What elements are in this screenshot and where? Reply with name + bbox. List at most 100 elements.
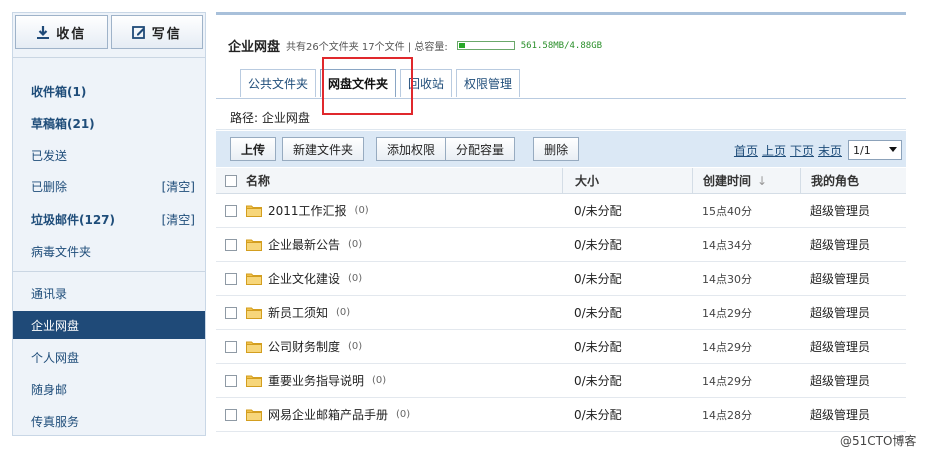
top-divider bbox=[216, 12, 906, 15]
sidebar-item-virus[interactable]: 病毒文件夹 bbox=[13, 237, 205, 265]
table-row[interactable]: 2011工作汇报 (0) 0/未分配 15点40分 超级管理员 bbox=[216, 194, 906, 228]
table-row[interactable]: 企业文化建设 (0) 0/未分配 14点30分 超级管理员 bbox=[216, 262, 906, 296]
folder-created-time: 14点29分 bbox=[702, 340, 752, 354]
folder-role: 超级管理员 bbox=[810, 238, 871, 252]
table-row[interactable]: 网易企业邮箱产品手册 (0) 0/未分配 14点28分 超级管理员 bbox=[216, 398, 906, 432]
sidebar-item-label: 随身邮 bbox=[31, 382, 68, 397]
folder-name[interactable]: 重要业务指导说明 bbox=[268, 372, 364, 389]
folder-name[interactable]: 企业最新公告 bbox=[268, 236, 340, 253]
row-checkbox-cell bbox=[216, 408, 246, 421]
tab-disk-folder[interactable]: 网盘文件夹 bbox=[320, 69, 397, 97]
folder-size: 0/未分配 bbox=[574, 340, 622, 354]
receive-mail-button[interactable]: 收信 bbox=[15, 15, 108, 49]
folder-icon bbox=[246, 239, 262, 251]
folder-icon bbox=[246, 341, 262, 353]
row-checkbox[interactable] bbox=[225, 306, 237, 319]
tab-public-folder[interactable]: 公共文件夹 bbox=[240, 69, 317, 97]
folder-name[interactable]: 企业文化建设 bbox=[268, 270, 340, 287]
sidebar-item-enterprise-disk[interactable]: 企业网盘 bbox=[13, 311, 205, 339]
folder-name[interactable]: 网易企业邮箱产品手册 bbox=[268, 406, 388, 423]
sort-down-icon: ↓ bbox=[757, 173, 768, 188]
sidebar-item-label: 收件箱(1) bbox=[31, 84, 87, 99]
row-checkbox[interactable] bbox=[225, 272, 237, 285]
row-checkbox[interactable] bbox=[225, 408, 237, 421]
table-row[interactable]: 企业最新公告 (0) 0/未分配 14点34分 超级管理员 bbox=[216, 228, 906, 262]
sidebar-divider bbox=[13, 271, 205, 272]
first-page-link[interactable]: 首页 bbox=[734, 142, 758, 159]
sidebar: 收信 写信 收件箱(1) 草稿箱(21) 已发送 已删除 [清空] 垃圾邮件(12… bbox=[12, 12, 206, 436]
new-folder-button[interactable]: 新建文件夹 bbox=[282, 137, 365, 161]
folder-name-cell[interactable]: 企业最新公告 (0) bbox=[246, 236, 562, 253]
folder-name-cell[interactable]: 重要业务指导说明 (0) bbox=[246, 372, 562, 389]
delete-button[interactable]: 删除 bbox=[533, 137, 580, 161]
folder-size: 0/未分配 bbox=[574, 408, 622, 422]
sidebar-item-fax[interactable]: 传真服务 bbox=[13, 407, 205, 435]
sidebar-item-mobile-mail[interactable]: 随身邮 bbox=[13, 375, 205, 403]
add-permission-button[interactable]: 添加权限 bbox=[376, 137, 447, 161]
header-created[interactable]: 创建时间 ↓ bbox=[692, 167, 800, 194]
folder-item-count: (0) bbox=[372, 375, 387, 386]
header-role: 我的角色 bbox=[800, 167, 900, 194]
row-checkbox[interactable] bbox=[225, 340, 237, 353]
folder-name-cell[interactable]: 公司财务制度 (0) bbox=[246, 338, 562, 355]
sidebar-item-deleted[interactable]: 已删除 [清空] bbox=[13, 172, 205, 200]
folder-item-count: (0) bbox=[348, 273, 363, 284]
table-header: 名称 大小 创建时间 ↓ 我的角色 bbox=[216, 167, 906, 194]
sidebar-item-spam[interactable]: 垃圾邮件(127) [清空] bbox=[13, 205, 205, 233]
edit-pencil-icon bbox=[131, 26, 145, 39]
sidebar-item-label: 传真服务 bbox=[31, 414, 80, 429]
sidebar-item-label: 通讯录 bbox=[31, 286, 68, 301]
header-size[interactable]: 大小 bbox=[562, 167, 692, 194]
table-row[interactable]: 新员工须知 (0) 0/未分配 14点29分 超级管理员 bbox=[216, 296, 906, 330]
page-select-value: 1/1 bbox=[853, 143, 871, 157]
clear-deleted-link[interactable]: [清空] bbox=[162, 178, 195, 195]
compose-row: 收信 写信 bbox=[15, 15, 203, 51]
folder-name-cell[interactable]: 企业文化建设 (0) bbox=[246, 270, 562, 287]
row-checkbox[interactable] bbox=[225, 204, 237, 217]
folder-item-count: (0) bbox=[336, 307, 351, 318]
tab-underline bbox=[216, 98, 906, 99]
sidebar-item-drafts[interactable]: 草稿箱(21) bbox=[13, 109, 205, 137]
row-checkbox-cell bbox=[216, 272, 246, 285]
row-checkbox[interactable] bbox=[225, 374, 237, 387]
page-select[interactable]: 1/1 bbox=[848, 140, 902, 160]
sidebar-item-sent[interactable]: 已发送 bbox=[13, 141, 205, 169]
tab-recycle-bin[interactable]: 回收站 bbox=[400, 69, 453, 97]
watermark: @51CTO博客 bbox=[840, 434, 917, 448]
select-all-cell bbox=[216, 174, 246, 187]
compose-mail-button[interactable]: 写信 bbox=[110, 15, 203, 49]
folder-created-time: 14点30分 bbox=[702, 272, 752, 286]
table-row[interactable]: 公司财务制度 (0) 0/未分配 14点29分 超级管理员 bbox=[216, 330, 906, 364]
prev-page-link[interactable]: 上页 bbox=[762, 142, 786, 159]
last-page-link[interactable]: 末页 bbox=[818, 142, 842, 159]
row-checkbox-cell bbox=[216, 306, 246, 319]
page-title: 企业网盘 bbox=[228, 40, 281, 55]
tab-permission-management[interactable]: 权限管理 bbox=[456, 69, 521, 97]
folder-created-time: 14点28分 bbox=[702, 408, 752, 422]
folder-role: 超级管理员 bbox=[810, 340, 871, 354]
folder-icon bbox=[246, 205, 262, 217]
next-page-link[interactable]: 下页 bbox=[790, 142, 814, 159]
row-checkbox[interactable] bbox=[225, 238, 237, 251]
table-row[interactable]: 重要业务指导说明 (0) 0/未分配 14点29分 超级管理员 bbox=[216, 364, 906, 398]
upload-button[interactable]: 上传 bbox=[230, 137, 277, 161]
folder-name[interactable]: 公司财务制度 bbox=[268, 338, 340, 355]
assign-quota-button[interactable]: 分配容量 bbox=[446, 137, 516, 161]
header-name[interactable]: 名称 bbox=[246, 172, 562, 189]
folder-name[interactable]: 2011工作汇报 bbox=[268, 202, 347, 219]
clear-spam-link[interactable]: [清空] bbox=[162, 211, 195, 228]
row-checkbox-cell bbox=[216, 238, 246, 251]
folder-name-cell[interactable]: 网易企业邮箱产品手册 (0) bbox=[246, 406, 562, 423]
folder-name-cell[interactable]: 2011工作汇报 (0) bbox=[246, 202, 562, 219]
sidebar-item-inbox[interactable]: 收件箱(1) bbox=[13, 77, 205, 105]
folder-name-cell[interactable]: 新员工须知 (0) bbox=[246, 304, 562, 321]
sidebar-item-label: 草稿箱(21) bbox=[31, 116, 95, 131]
header-created-label: 创建时间 bbox=[703, 174, 752, 188]
table-body: 2011工作汇报 (0) 0/未分配 15点40分 超级管理员 企业最新公告 (0) 0/未分… bbox=[216, 194, 906, 432]
folder-name[interactable]: 新员工须知 bbox=[268, 304, 328, 321]
sidebar-item-personal-disk[interactable]: 个人网盘 bbox=[13, 343, 205, 371]
storage-summary: 共有26个文件夹 17个文件 | 总容量: bbox=[286, 42, 448, 53]
sidebar-item-label: 个人网盘 bbox=[31, 350, 80, 365]
select-all-checkbox[interactable] bbox=[225, 174, 237, 187]
sidebar-item-contacts[interactable]: 通讯录 bbox=[13, 279, 205, 307]
